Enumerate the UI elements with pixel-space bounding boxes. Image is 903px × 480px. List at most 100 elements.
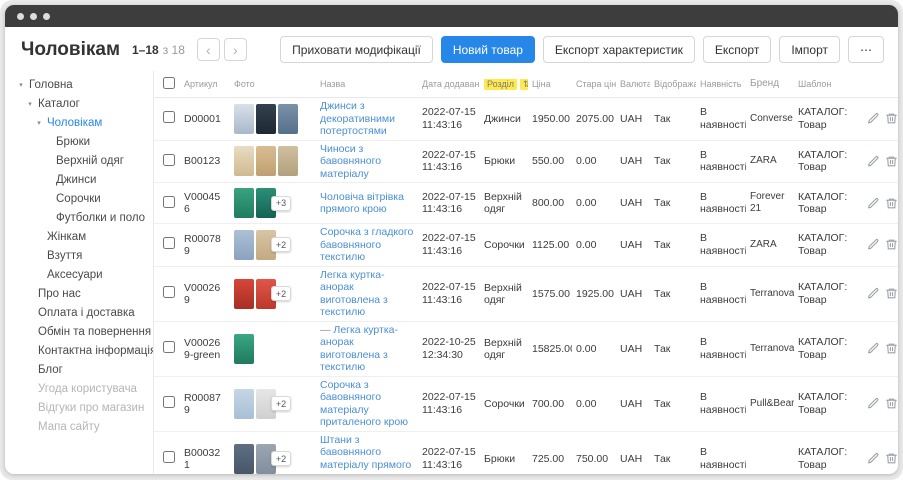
edit-icon[interactable] <box>867 197 880 210</box>
sidebar-item-kontaktna-informatsiya[interactable]: Контактна інформація <box>13 341 153 360</box>
sidebar-item-pro-nas[interactable]: Про нас <box>13 284 153 303</box>
edit-icon[interactable] <box>867 397 880 410</box>
product-photo-thumbnail[interactable] <box>234 188 254 218</box>
edit-icon[interactable] <box>867 287 880 300</box>
sidebar-item-bloh[interactable]: Блог <box>13 360 153 379</box>
delete-icon[interactable] <box>885 342 898 355</box>
export-button[interactable]: Експорт <box>703 36 771 63</box>
column-header-date[interactable]: Дата додавання <box>418 78 480 91</box>
prev-page-button[interactable]: ‹ <box>197 38 220 61</box>
column-header-avail[interactable]: Наявність <box>696 78 746 91</box>
product-name-link[interactable]: Чоловіча вітрівка прямого крою <box>320 191 404 216</box>
row-checkbox[interactable] <box>163 451 175 463</box>
window-minimize-button[interactable] <box>30 13 37 20</box>
more-photos-badge[interactable]: +2 <box>271 286 291 301</box>
column-header-article[interactable]: Артикул <box>180 79 230 89</box>
column-header-template[interactable]: Шаблон <box>794 78 850 91</box>
product-photo-thumbnail[interactable] <box>278 146 298 176</box>
column-header-price[interactable]: Ціна <box>528 79 572 89</box>
row-date: 2022-07-15 11:43:16 <box>418 232 480 257</box>
product-name-link[interactable]: Легка куртка-анорак виготовлена з тексти… <box>320 269 388 319</box>
delete-icon[interactable] <box>885 287 898 300</box>
edit-icon[interactable] <box>867 342 880 355</box>
sidebar-item-bryuky[interactable]: Брюки <box>13 132 153 151</box>
more-photos-badge[interactable]: +2 <box>271 237 291 252</box>
edit-icon[interactable] <box>867 155 880 168</box>
next-page-button[interactable]: › <box>224 38 247 61</box>
row-template: КАТАЛОГ: Товар <box>794 446 850 471</box>
new-product-button[interactable]: Новий товар <box>441 36 535 63</box>
sidebar-item-uhoda-korystuvacha[interactable]: Угода користувача <box>13 379 153 398</box>
row-date-value: 2022-07-15 <box>422 191 476 204</box>
row-price: 1125.00 <box>528 239 572 251</box>
window-close-button[interactable] <box>17 13 24 20</box>
sidebar-item-verkhniy-odyah[interactable]: Верхній одяг <box>13 151 153 170</box>
export-characteristics-button[interactable]: Експорт характеристик <box>543 36 695 63</box>
product-photo-thumbnail[interactable] <box>234 230 254 260</box>
sidebar-item-futbolky-i-polo[interactable]: Футболки и поло <box>13 208 153 227</box>
sidebar-item-dzhynsy[interactable]: Джинси <box>13 170 153 189</box>
row-checkbox[interactable] <box>163 237 175 249</box>
delete-icon[interactable] <box>885 112 898 125</box>
sidebar-item-cholovikam[interactable]: ▾ Чоловікам <box>13 113 153 132</box>
product-photo-thumbnail[interactable] <box>234 279 254 309</box>
product-photo-thumbnail[interactable] <box>234 389 254 419</box>
more-photos-badge[interactable]: +2 <box>271 396 291 411</box>
product-photo-thumbnail[interactable] <box>256 146 276 176</box>
sidebar-item-mapa-saytu[interactable]: Мапа сайту <box>13 417 153 436</box>
column-header-section[interactable]: Розділ⇅ <box>480 79 528 90</box>
row-checkbox[interactable] <box>163 286 175 298</box>
product-photo-thumbnail[interactable] <box>256 104 276 134</box>
sort-icon[interactable]: ⇅ <box>520 79 528 90</box>
delete-icon[interactable] <box>885 155 898 168</box>
edit-icon[interactable] <box>867 112 880 125</box>
row-checkbox[interactable] <box>163 396 175 408</box>
delete-icon[interactable] <box>885 452 898 465</box>
product-name-link[interactable]: Штани з бавовняного матеріалу прямого кр… <box>320 434 411 475</box>
sidebar-item-label: Жінкам <box>47 231 86 243</box>
product-name-link[interactable]: Чиноси з бавовняного матеріалу <box>320 143 381 180</box>
sidebar-item-zhinkam[interactable]: Жінкам <box>13 227 153 246</box>
product-photo-thumbnail[interactable] <box>234 444 254 474</box>
sidebar-item-aksesuary[interactable]: Аксесуари <box>13 265 153 284</box>
import-button[interactable]: Імпорт <box>779 36 840 63</box>
product-name-link[interactable]: Джинси з декоративними потертостями <box>320 100 395 137</box>
select-all-checkbox[interactable] <box>163 77 175 89</box>
product-photo-thumbnail[interactable] <box>234 104 254 134</box>
edit-icon[interactable] <box>867 238 880 251</box>
more-button[interactable]: ⋯ <box>848 36 884 63</box>
product-name-link[interactable]: Сорочка з бавовняного матеріалу притален… <box>320 379 408 429</box>
delete-icon[interactable] <box>885 197 898 210</box>
column-header-currency[interactable]: Валюта <box>616 79 650 89</box>
row-select-cell <box>154 196 180 211</box>
window-titlebar <box>5 5 898 27</box>
column-header-display[interactable]: Відображати <box>650 79 696 89</box>
column-header-label-highlighted: Розділ <box>484 79 517 90</box>
edit-icon[interactable] <box>867 452 880 465</box>
row-checkbox[interactable] <box>163 111 175 123</box>
row-checkbox[interactable] <box>163 196 175 208</box>
column-header-brand[interactable]: Бренд <box>746 78 794 90</box>
sidebar-item-oplata-i-dostavka[interactable]: Оплата і доставка <box>13 303 153 322</box>
sidebar-item-holovna[interactable]: ▾ Головна <box>13 75 153 94</box>
more-photos-badge[interactable]: +2 <box>271 451 291 466</box>
sidebar-item-obmin-ta-povernennya[interactable]: Обмін та повернення <box>13 322 153 341</box>
sidebar-item-kataloh[interactable]: ▾ Каталог <box>13 94 153 113</box>
more-photos-badge[interactable]: +3 <box>271 196 291 211</box>
row-checkbox[interactable] <box>163 154 175 166</box>
delete-icon[interactable] <box>885 238 898 251</box>
product-photo-thumbnail[interactable] <box>234 334 254 364</box>
sidebar-item-sorochky[interactable]: Сорочки <box>13 189 153 208</box>
product-photo-thumbnail[interactable] <box>278 104 298 134</box>
column-header-name[interactable]: Назва <box>316 78 418 91</box>
row-checkbox[interactable] <box>163 341 175 353</box>
product-photo-thumbnail[interactable] <box>234 146 254 176</box>
column-header-oldprice[interactable]: Стара ціна <box>572 79 616 89</box>
column-header-photo[interactable]: Фото <box>230 79 316 89</box>
sidebar-item-vzuttya[interactable]: Взуття <box>13 246 153 265</box>
sidebar-item-vidhuky-pro-mahazyn[interactable]: Відгуки про магазин <box>13 398 153 417</box>
product-name-link[interactable]: Сорочка з гладкого бавовняного текстилю <box>320 226 413 263</box>
delete-icon[interactable] <box>885 397 898 410</box>
window-zoom-button[interactable] <box>43 13 50 20</box>
hide-modifications-button[interactable]: Приховати модифікації <box>280 36 433 63</box>
